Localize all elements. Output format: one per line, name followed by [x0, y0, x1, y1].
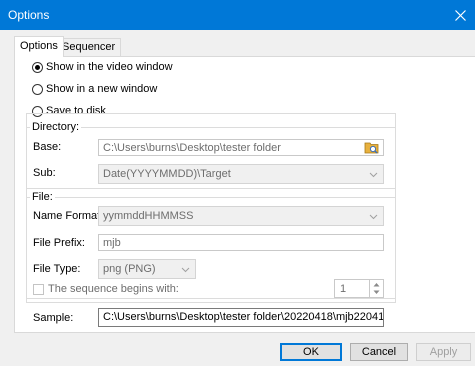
file-type-label: File Type:	[33, 263, 81, 275]
sub-directory-value: Date(YYYYMMDD)\Target	[103, 168, 231, 180]
file-group-label: File:	[30, 191, 55, 203]
radio-button-checked[interactable]	[32, 61, 43, 73]
file-prefix-label: File Prefix:	[33, 237, 85, 249]
title-bar: Options	[0, 0, 475, 30]
radio-show-in-new-window[interactable]: Show in a new window	[32, 83, 157, 95]
close-icon	[454, 9, 466, 21]
ok-button[interactable]: OK	[280, 343, 342, 361]
close-button[interactable]	[445, 0, 475, 30]
checkbox-unchecked[interactable]	[33, 283, 44, 295]
chevron-down-icon	[369, 214, 378, 220]
sub-directory-dropdown[interactable]: Date(YYYYMMDD)\Target	[98, 164, 384, 184]
file-prefix-field[interactable]: mjb	[98, 234, 384, 251]
tab-options[interactable]: Options	[14, 36, 64, 57]
sequence-start-spinner[interactable]: 1	[334, 279, 384, 298]
spin-up-icon[interactable]	[373, 282, 380, 287]
chevron-down-icon	[369, 172, 378, 178]
radio-label: Show in a new window	[46, 83, 158, 95]
base-directory-field[interactable]: C:\Users\burns\Desktop\tester folder	[98, 139, 384, 156]
tab-sequencer[interactable]: Sequencer	[56, 38, 122, 56]
radio-label: Show in the video window	[46, 61, 173, 73]
spin-down-icon[interactable]	[373, 290, 380, 295]
sample-path-field[interactable]: C:\Users\burns\Desktop\tester folder\202…	[98, 308, 384, 327]
spinner-buttons[interactable]	[369, 280, 383, 297]
radio-button[interactable]	[32, 83, 43, 95]
browse-folder-icon[interactable]	[364, 140, 380, 154]
apply-button[interactable]: Apply	[416, 343, 471, 361]
chevron-down-icon	[181, 267, 190, 273]
file-type-dropdown[interactable]: png (PNG)	[98, 259, 196, 279]
name-format-dropdown[interactable]: yymmddHHMMSS	[98, 206, 384, 226]
directory-group-label: Directory:	[30, 121, 82, 133]
sequence-begins-label: The sequence begins with:	[48, 283, 179, 295]
name-format-label: Name Format:	[33, 210, 104, 222]
sample-label: Sample:	[33, 312, 74, 324]
file-type-value: png (PNG)	[103, 263, 156, 275]
cancel-button[interactable]: Cancel	[350, 343, 408, 361]
name-format-value: yymmddHHMMSS	[103, 210, 194, 222]
sub-label: Sub:	[33, 167, 56, 179]
base-label: Base:	[33, 141, 62, 153]
radio-show-in-video-window[interactable]: Show in the video window	[32, 61, 173, 73]
window-title: Options	[8, 8, 50, 22]
sequence-begins-checkbox[interactable]: The sequence begins with:	[33, 283, 179, 295]
sequence-start-value: 1	[340, 283, 347, 295]
